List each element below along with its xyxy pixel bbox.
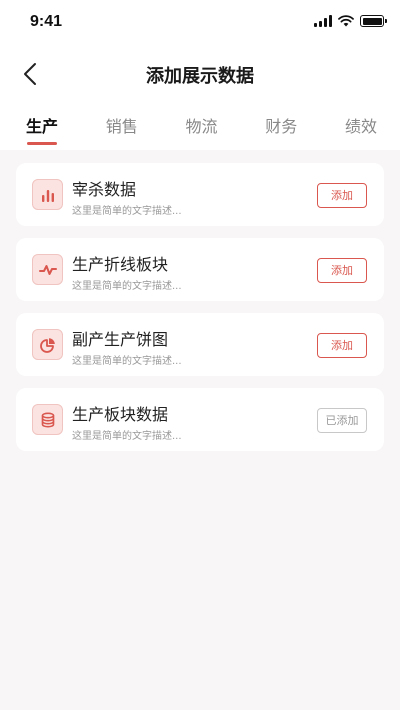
status-icons	[314, 14, 387, 28]
tab-performance[interactable]: 绩效	[345, 112, 377, 142]
added-button[interactable]: 已添加	[317, 408, 367, 433]
database-icon	[32, 404, 63, 435]
pie-chart-icon	[32, 329, 63, 360]
bar-chart-icon	[32, 179, 63, 210]
add-button[interactable]: 添加	[317, 258, 367, 283]
line-chart-icon	[32, 254, 63, 285]
list-item: 副产生产饼图 这里是简单的文字描述... 添加	[16, 313, 384, 376]
item-description: 这里是简单的文字描述...	[72, 356, 182, 367]
list-item: 宰杀数据 这里是简单的文字描述... 添加	[16, 163, 384, 226]
tab-logistics[interactable]: 物流	[185, 112, 217, 142]
add-button[interactable]: 添加	[317, 333, 367, 358]
tab-finance[interactable]: 财务	[265, 112, 297, 142]
wifi-icon	[338, 15, 354, 27]
status-time: 9:41	[30, 13, 63, 30]
nav-bar: 添加展示数据	[0, 52, 400, 96]
item-title: 宰杀数据	[72, 180, 137, 199]
list-item: 生产折线板块 这里是简单的文字描述... 添加	[16, 238, 384, 301]
add-button[interactable]: 添加	[317, 183, 367, 208]
page-title: 添加展示数据	[146, 66, 254, 87]
data-item-list: 宰杀数据 这里是简单的文字描述... 添加 生产折线板块 这里是简单的文字描述.…	[16, 163, 384, 463]
item-title: 生产折线板块	[72, 255, 169, 274]
list-item: 生产板块数据 这里是简单的文字描述... 已添加	[16, 388, 384, 451]
item-description: 这里是简单的文字描述...	[72, 431, 182, 442]
category-tabs: 生产 销售 物流 财务 绩效	[0, 112, 400, 148]
item-title: 副产生产饼图	[72, 330, 169, 349]
item-description: 这里是简单的文字描述...	[72, 206, 182, 217]
item-title: 生产板块数据	[72, 405, 169, 424]
status-bar: 9:41	[0, 0, 400, 44]
tab-production[interactable]: 生产	[26, 112, 58, 145]
tab-sales[interactable]: 销售	[106, 112, 138, 142]
top-area: 9:41 添加展示数据 生产 销售 物流 财务 绩效	[0, 0, 400, 150]
cellular-signal-icon	[314, 15, 332, 27]
item-description: 这里是简单的文字描述...	[72, 281, 182, 292]
battery-icon	[360, 15, 387, 27]
